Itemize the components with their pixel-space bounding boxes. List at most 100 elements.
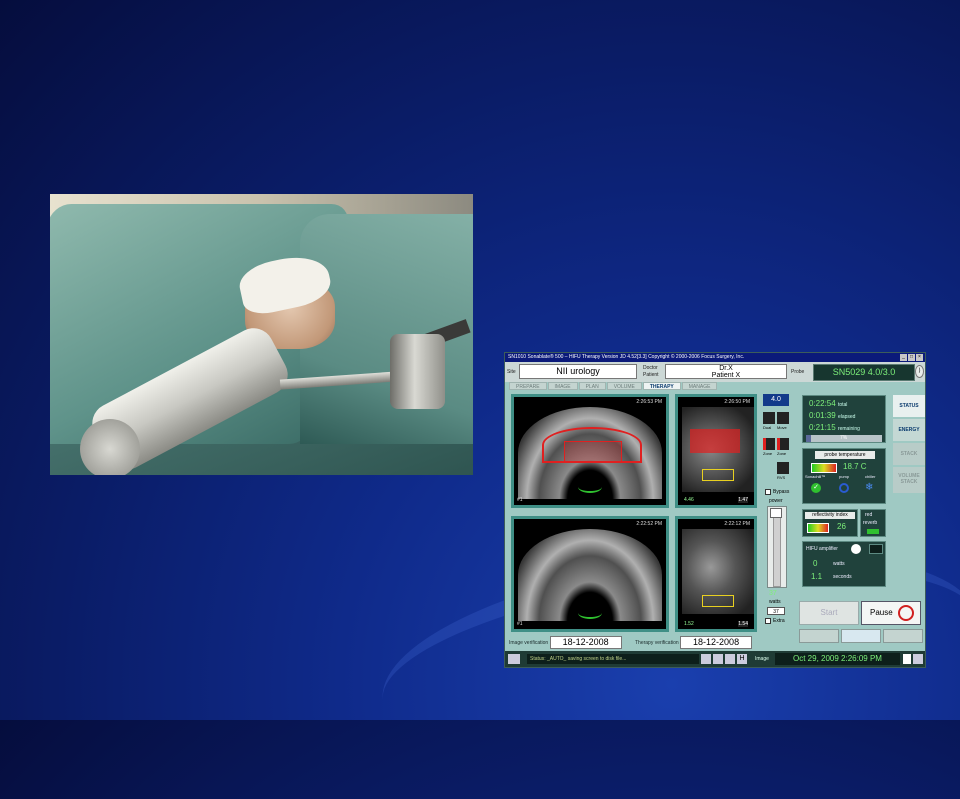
zone-right-icon[interactable] xyxy=(777,438,789,450)
status-message: Status: _AUTO_ saving screen to disk fil… xyxy=(527,654,699,664)
hifu-seconds-label: seconds xyxy=(833,574,852,580)
zone-left-icon[interactable] xyxy=(763,438,775,450)
power-slider-handle[interactable] xyxy=(770,508,782,518)
doctor-value: Dr.X xyxy=(719,365,733,372)
close-button[interactable]: × xyxy=(916,354,923,361)
power-entry-box[interactable]: 37 xyxy=(767,607,785,615)
probe-arc-marker xyxy=(578,481,602,493)
hifu-therapy-window: SN1010 Sonablate® 500 – HIFU Therapy Ver… xyxy=(504,352,926,668)
system-menu-icon[interactable] xyxy=(508,654,520,664)
chiller-label: chiller xyxy=(865,474,876,479)
dual-mode-icon[interactable] xyxy=(763,412,775,424)
side-tab-volume-stack[interactable]: VOLUME STACK xyxy=(893,467,925,493)
hifu-seconds-value: 1.1 xyxy=(811,572,823,581)
sagittal-readout-right: 1.47 xyxy=(738,497,748,503)
printer-icon[interactable] xyxy=(701,654,711,664)
date-time-display: Oct 29, 2009 2:26:09 PM xyxy=(775,653,900,665)
probe-temp-label: probe temperature xyxy=(815,451,875,459)
stop-prohibited-icon xyxy=(898,605,914,621)
photo-probe-handle xyxy=(80,419,140,475)
therapy-progress-text: 7% xyxy=(840,435,848,441)
probe-id-display: SN5029 4.0/3.0 xyxy=(813,364,915,381)
toolbar-button-2[interactable] xyxy=(841,629,881,643)
window-controls: _ □ × xyxy=(900,354,923,361)
header-nav-icon[interactable]: ⟩ xyxy=(915,365,924,378)
image-timestamp: 2:22:12 PM xyxy=(724,521,750,527)
transverse-image-panel-upper[interactable]: 2:26:53 PM #1 xyxy=(511,394,669,508)
tab-image[interactable]: IMAGE xyxy=(547,382,578,390)
settings-icon[interactable] xyxy=(913,654,923,664)
panel-label: #1 xyxy=(517,621,523,627)
lesion-region xyxy=(564,441,622,463)
tab-volume[interactable]: VOLUME xyxy=(606,382,642,390)
start-button[interactable]: Start xyxy=(799,601,859,625)
reverb-label: reverb xyxy=(863,520,878,526)
window-title: SN1010 Sonablate® 500 – HIFU Therapy Ver… xyxy=(508,354,745,360)
toolbar-button-3[interactable] xyxy=(883,629,923,643)
extra-checkbox[interactable] xyxy=(765,618,771,624)
therapy-progress-fill xyxy=(806,435,812,442)
zoom-selector[interactable]: 4.0 xyxy=(763,394,789,406)
probe-temp-value: 18.7 C xyxy=(843,462,867,471)
therapy-verification-date: 18-12-2008 xyxy=(680,636,753,649)
sonachill-label: Sonachill™ xyxy=(805,474,826,479)
zone-label: Zone xyxy=(777,451,787,456)
transverse-image-panel-lower[interactable]: 2:22:52 PM #1 xyxy=(511,516,669,632)
site-field[interactable]: NII urology xyxy=(519,364,637,379)
panel-label: #1 xyxy=(517,497,523,503)
tab-prepare[interactable]: PREPARE xyxy=(509,382,547,390)
image-verification: Image verification 18-12-2008 xyxy=(509,636,622,649)
probe-label: Probe xyxy=(791,369,805,375)
rvs-icon[interactable] xyxy=(777,462,789,474)
minimize-button[interactable]: _ xyxy=(900,354,907,361)
toolbar-button-1[interactable] xyxy=(799,629,839,643)
doctor-patient-field[interactable]: Dr.X Patient X xyxy=(665,364,787,379)
side-tab-energy[interactable]: ENERGY xyxy=(893,419,925,441)
move-label: Move xyxy=(777,425,787,430)
temperature-gauge xyxy=(811,463,837,473)
tab-therapy[interactable]: THERAPY xyxy=(642,382,681,390)
timer-remaining: 0:21:15 xyxy=(809,423,836,432)
probe-temperature-panel: probe temperature 18.7 C Sonachill™ pump… xyxy=(802,448,886,504)
hifu-watts-label: watts xyxy=(833,561,845,567)
reverb-panel: red reverb xyxy=(860,509,886,537)
tab-plan[interactable]: PLAN xyxy=(578,382,606,390)
move-mode-icon[interactable] xyxy=(777,412,789,424)
window-titlebar: SN1010 Sonablate® 500 – HIFU Therapy Ver… xyxy=(505,353,925,362)
side-tab-stack[interactable]: STACK xyxy=(893,443,925,465)
site-label: Site xyxy=(507,369,516,375)
reflectivity-gauge xyxy=(807,523,829,533)
workflow-tabs: PREPARE IMAGE PLAN VOLUME THERAPY MANAGE xyxy=(509,382,718,390)
sagittal-image-panel-lower[interactable]: 2:22:12 PM 1.52 1.54 xyxy=(675,516,757,632)
red-label: red xyxy=(865,512,873,518)
tab-manage[interactable]: MANAGE xyxy=(681,382,718,390)
rvs-label: RVS xyxy=(777,475,786,480)
timer-elapsed-label: elapsed xyxy=(837,414,856,420)
maximize-button[interactable]: □ xyxy=(908,354,915,361)
sagittal-readout-left: 4.46 xyxy=(684,497,694,503)
help-icon[interactable]: H xyxy=(737,654,747,664)
timer-remaining-label: remaining xyxy=(837,426,860,432)
lesion-region xyxy=(690,429,740,453)
extra-label: Extra xyxy=(773,618,785,624)
sagittal-readout-left: 1.52 xyxy=(684,621,694,627)
power-slider[interactable] xyxy=(767,506,787,588)
timer-panel: 0:22:54 total 0:01:39 elapsed 0:21:15 re… xyxy=(802,395,886,443)
save-disk-icon[interactable] xyxy=(713,654,723,664)
power-value: 37 xyxy=(769,590,777,597)
screen-capture-icon[interactable] xyxy=(725,654,735,664)
side-tab-status[interactable]: STATUS xyxy=(893,395,925,417)
pause-button[interactable]: Pause xyxy=(861,601,921,625)
hifu-amp-toggle[interactable] xyxy=(869,544,883,554)
reflectivity-panel: reflectivity index 26 xyxy=(802,509,858,537)
sagittal-image-panel-upper[interactable]: 2:26:50 PM 4.46 1.47 xyxy=(675,394,757,508)
pump-icon[interactable] xyxy=(839,483,849,493)
status-bar: Status: _AUTO_ saving screen to disk fil… xyxy=(505,651,925,667)
pump-label: pump xyxy=(839,474,850,479)
reverb-indicator xyxy=(867,529,879,534)
bypass-checkbox[interactable] xyxy=(765,489,771,495)
probe-arc-marker xyxy=(578,607,602,619)
hifu-amp-indicator xyxy=(851,544,861,554)
zone-label: Zone xyxy=(763,451,773,456)
chiller-snowflake-icon[interactable]: ❄ xyxy=(865,482,873,493)
